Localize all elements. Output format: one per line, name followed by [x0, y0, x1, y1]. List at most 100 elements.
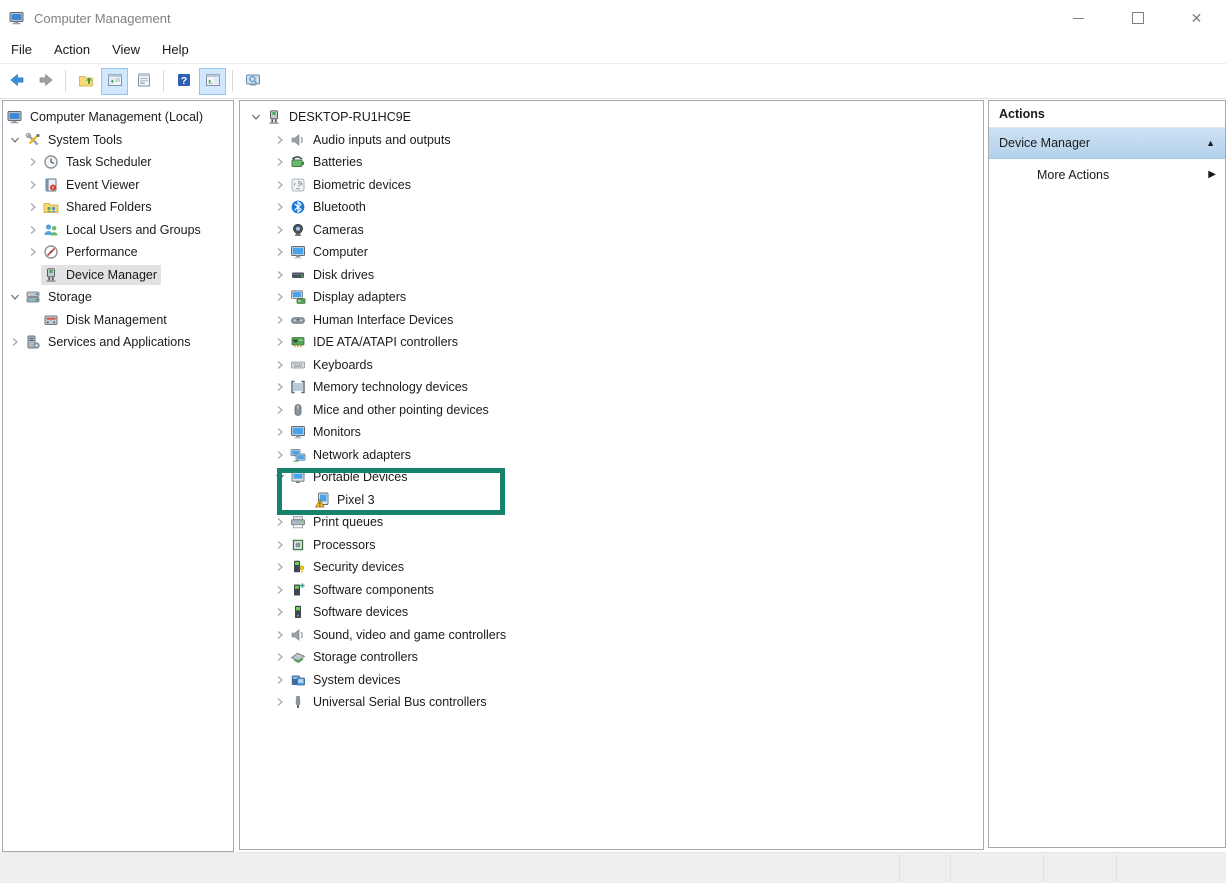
chevron-down-icon[interactable] [7, 289, 23, 305]
actions-group-device-manager[interactable]: Device Manager ▲ [989, 128, 1225, 159]
chevron-right-icon[interactable] [272, 199, 288, 215]
tree-item-security-devices[interactable]: Security devices [240, 556, 983, 579]
more-actions-item[interactable]: More Actions ▶ [989, 159, 1225, 190]
chevron-right-icon[interactable] [272, 514, 288, 530]
tree-item-disk-drives[interactable]: Disk drives [240, 264, 983, 287]
chevron-right-icon[interactable] [25, 177, 41, 193]
close-button[interactable]: ✕ [1167, 0, 1226, 36]
chevron-right-icon[interactable] [7, 334, 23, 350]
chevron-right-icon[interactable] [272, 402, 288, 418]
tree-item-computer-management-local[interactable]: Computer Management (Local) [3, 106, 233, 129]
show-console-tree-button[interactable] [101, 68, 128, 95]
chevron-right-icon[interactable] [272, 244, 288, 260]
chevron-right-icon[interactable] [272, 582, 288, 598]
tree-item-computer[interactable]: Computer [240, 241, 983, 264]
tree-item-pixel-3[interactable]: Pixel 3 [240, 489, 983, 512]
main-area: Computer Management (Local)System ToolsT… [0, 100, 1226, 852]
chevron-right-icon[interactable] [272, 312, 288, 328]
chevron-up-icon[interactable]: ▲ [1206, 138, 1215, 148]
up-level-button[interactable] [72, 68, 99, 95]
services-applications-icon [25, 334, 41, 350]
help-button[interactable]: ? [170, 68, 197, 95]
tree-item-portable-devices[interactable]: Portable Devices [240, 466, 983, 489]
tree-item-storage-controllers[interactable]: Storage controllers [240, 646, 983, 669]
chevron-right-icon[interactable] [272, 537, 288, 553]
back-button[interactable] [3, 68, 30, 95]
chevron-right-icon[interactable] [272, 447, 288, 463]
tree-item-device-manager[interactable]: Device Manager [3, 264, 233, 287]
chevron-right-icon[interactable] [25, 154, 41, 170]
tree-item-label: Cameras [313, 223, 364, 237]
tree-item-desktop-ru1hc9e[interactable]: DESKTOP-RU1HC9E [240, 106, 983, 129]
tree-item-software-devices[interactable]: Software devices [240, 601, 983, 624]
tree-item-processors[interactable]: Processors [240, 534, 983, 557]
tree-item-event-viewer[interactable]: Event Viewer [3, 174, 233, 197]
tree-item-network-adapters[interactable]: Network adapters [240, 444, 983, 467]
menu-help[interactable]: Help [151, 38, 200, 61]
tree-item-storage[interactable]: Storage [3, 286, 233, 309]
tree-item-biometric-devices[interactable]: Biometric devices [240, 174, 983, 197]
tree-item-mice-and-other-pointing-devices[interactable]: Mice and other pointing devices [240, 399, 983, 422]
new-window-button[interactable] [239, 68, 266, 95]
chevron-right-icon[interactable] [25, 199, 41, 215]
tree-item-memory-technology-devices[interactable]: Memory technology devices [240, 376, 983, 399]
chevron-right-icon[interactable] [272, 379, 288, 395]
storage-icon [25, 289, 41, 305]
chevron-right-icon[interactable] [272, 289, 288, 305]
chevron-down-icon[interactable] [248, 109, 264, 125]
chevron-down-icon[interactable] [272, 469, 288, 485]
tree-item-print-queues[interactable]: Print queues [240, 511, 983, 534]
tree-item-cameras[interactable]: Cameras [240, 219, 983, 242]
tree-item-shared-folders[interactable]: Shared Folders [3, 196, 233, 219]
chevron-down-icon[interactable] [7, 132, 23, 148]
chevron-right-icon[interactable] [25, 244, 41, 260]
tree-item-system-devices[interactable]: System devices [240, 669, 983, 692]
tree-item-human-interface-devices[interactable]: Human Interface Devices [240, 309, 983, 332]
svg-text:?: ? [180, 75, 186, 87]
show-action-pane-button[interactable] [199, 68, 226, 95]
chevron-right-icon[interactable] [272, 334, 288, 350]
chevron-right-icon[interactable] [272, 694, 288, 710]
tree-item-sound-video-and-game-controllers[interactable]: Sound, video and game controllers [240, 624, 983, 647]
chevron-right-icon[interactable] [272, 559, 288, 575]
tree-item-disk-management[interactable]: Disk Management [3, 309, 233, 332]
tree-item-display-adapters[interactable]: Display adapters [240, 286, 983, 309]
tree-item-universal-serial-bus-controllers[interactable]: Universal Serial Bus controllers [240, 691, 983, 714]
chevron-right-icon[interactable] [272, 627, 288, 643]
chevron-right-icon[interactable] [272, 357, 288, 373]
actions-group-title: Device Manager [999, 136, 1090, 150]
tree-item-batteries[interactable]: Batteries [240, 151, 983, 174]
chevron-right-icon[interactable] [25, 222, 41, 238]
window-controls: ✕ [1049, 0, 1226, 36]
actions-panel: Actions Device Manager ▲ More Actions ▶ [988, 100, 1226, 848]
back-arrow-icon [9, 72, 25, 91]
chevron-right-icon[interactable] [272, 424, 288, 440]
maximize-button[interactable] [1108, 0, 1167, 36]
properties-button[interactable] [130, 68, 157, 95]
tree-item-local-users-and-groups[interactable]: Local Users and Groups [3, 219, 233, 242]
chevron-right-icon[interactable] [272, 154, 288, 170]
tree-item-system-tools[interactable]: System Tools [3, 129, 233, 152]
tree-item-services-and-applications[interactable]: Services and Applications [3, 331, 233, 354]
chevron-right-icon[interactable] [272, 132, 288, 148]
chevron-right-icon[interactable] [272, 649, 288, 665]
tree-item-bluetooth[interactable]: Bluetooth [240, 196, 983, 219]
tree-item-monitors[interactable]: Monitors [240, 421, 983, 444]
chevron-right-icon[interactable] [272, 222, 288, 238]
menu-file[interactable]: File [0, 38, 43, 61]
chevron-right-icon[interactable] [272, 604, 288, 620]
tree-item-audio-inputs-and-outputs[interactable]: Audio inputs and outputs [240, 129, 983, 152]
tree-item-software-components[interactable]: Software components [240, 579, 983, 602]
menu-view[interactable]: View [101, 38, 151, 61]
chevron-right-icon[interactable] [272, 267, 288, 283]
chevron-right-icon[interactable] [272, 177, 288, 193]
minimize-button[interactable] [1049, 0, 1108, 36]
tree-item-task-scheduler[interactable]: Task Scheduler [3, 151, 233, 174]
forward-button[interactable] [32, 68, 59, 95]
menu-action[interactable]: Action [43, 38, 101, 61]
tree-item-performance[interactable]: Performance [3, 241, 233, 264]
tree-item-keyboards[interactable]: Keyboards [240, 354, 983, 377]
tree-item-ide-ata-atapi-controllers[interactable]: IDE ATA/ATAPI controllers [240, 331, 983, 354]
chevron-right-icon[interactable] [272, 672, 288, 688]
disk-management-icon [43, 312, 59, 328]
